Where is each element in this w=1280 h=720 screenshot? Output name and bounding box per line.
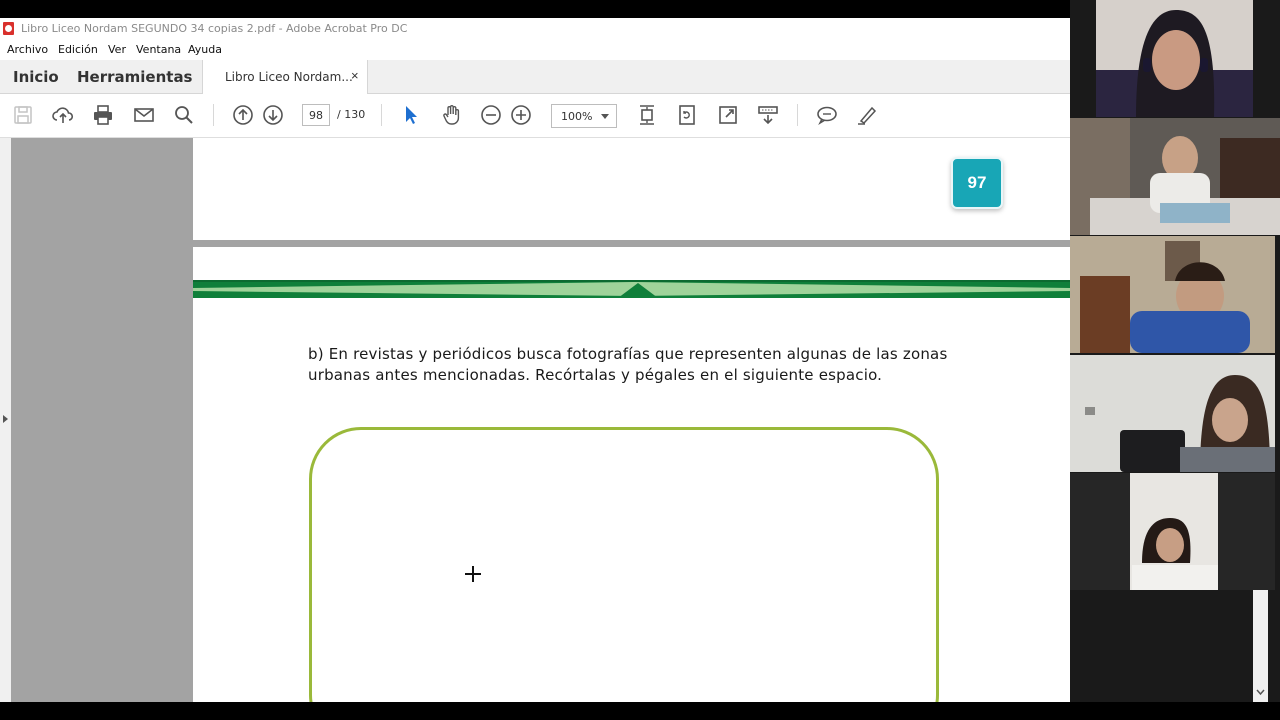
participant-video-3[interactable]: [1070, 236, 1275, 353]
tab-document[interactable]: Libro Liceo Nordam... ×: [202, 60, 368, 94]
zoom-out-icon[interactable]: [479, 103, 503, 127]
page-up-icon[interactable]: [231, 103, 255, 127]
chevron-down-icon: [601, 114, 609, 119]
window-title: Libro Liceo Nordam SEGUNDO 34 copias 2.p…: [21, 22, 408, 35]
exercise-instruction: b) En revistas y periódicos busca fotogr…: [308, 345, 948, 384]
page-number-input[interactable]: [302, 104, 330, 126]
menu-edicion[interactable]: Edición: [58, 43, 98, 56]
participant-avatar: [1070, 236, 1275, 353]
close-tab-icon[interactable]: ×: [351, 68, 359, 83]
page-total: / 130: [337, 108, 366, 121]
acrobat-window: Libro Liceo Nordam SEGUNDO 34 copias 2.p…: [0, 18, 1070, 702]
green-banner: [193, 280, 1070, 298]
page-separator: [193, 240, 1070, 247]
save-icon[interactable]: [11, 103, 35, 127]
participant-avatar: [1070, 118, 1280, 235]
toolbar-divider: [213, 104, 214, 126]
participant-avatar: [1070, 473, 1275, 590]
navigation-pane: [0, 138, 193, 702]
panel-scrollbar[interactable]: [1253, 590, 1268, 702]
paste-area-frame: [309, 427, 939, 702]
tab-bar: Inicio Herramientas Libro Liceo Nordam..…: [0, 60, 1070, 94]
fit-page-icon[interactable]: [635, 103, 659, 127]
tab-herramientas[interactable]: Herramientas: [77, 68, 193, 86]
participants-panel: [1070, 0, 1280, 702]
zoom-in-icon[interactable]: [509, 103, 533, 127]
hand-icon[interactable]: [440, 103, 464, 127]
page-down-icon[interactable]: [261, 103, 285, 127]
toolbar-divider: [797, 104, 798, 126]
menu-bar: Archivo Edición Ver Ventana Ayuda: [0, 40, 1070, 60]
chevron-down-icon: [1256, 689, 1265, 696]
toolbar: / 130 100%: [0, 94, 1070, 138]
full-screen-icon[interactable]: [716, 103, 740, 127]
participant-video-4[interactable]: [1070, 355, 1275, 472]
pdf-app-icon: [3, 22, 14, 35]
highlight-icon[interactable]: [855, 103, 879, 127]
menu-ventana[interactable]: Ventana: [136, 43, 181, 56]
menu-ayuda[interactable]: Ayuda: [188, 43, 222, 56]
upload-icon[interactable]: [51, 103, 75, 127]
zoom-value: 100%: [561, 110, 593, 123]
print-icon[interactable]: [91, 103, 115, 127]
select-cursor-icon[interactable]: [399, 103, 423, 127]
page-number-label: 97: [967, 173, 987, 192]
participant-video-1[interactable]: [1096, 0, 1253, 117]
participant-video-5[interactable]: [1070, 473, 1275, 590]
menu-archivo[interactable]: Archivo: [7, 43, 48, 56]
scroll-mode-icon[interactable]: [756, 103, 780, 127]
menu-ver[interactable]: Ver: [108, 43, 126, 56]
document-tab-label: Libro Liceo Nordam...: [225, 70, 353, 84]
toolbar-divider: [381, 104, 382, 126]
zoom-select[interactable]: 100%: [551, 104, 617, 128]
bottom-bar: [0, 702, 1280, 720]
document-view[interactable]: 97 b) En revistas y periódicos busca fot…: [193, 138, 1070, 702]
search-icon[interactable]: [172, 103, 196, 127]
page-number-badge: 97: [951, 157, 1003, 209]
participant-video-2[interactable]: [1070, 118, 1280, 235]
tab-inicio[interactable]: Inicio: [13, 68, 59, 86]
participant-avatar: [1070, 355, 1275, 472]
participant-avatar: [1096, 0, 1253, 117]
title-bar: Libro Liceo Nordam SEGUNDO 34 copias 2.p…: [0, 18, 1070, 40]
email-icon[interactable]: [132, 103, 156, 127]
expand-pane-icon[interactable]: [3, 415, 8, 423]
rotate-icon[interactable]: [675, 103, 699, 127]
comment-icon[interactable]: [815, 103, 839, 127]
crosshair-cursor-icon: [465, 566, 481, 582]
